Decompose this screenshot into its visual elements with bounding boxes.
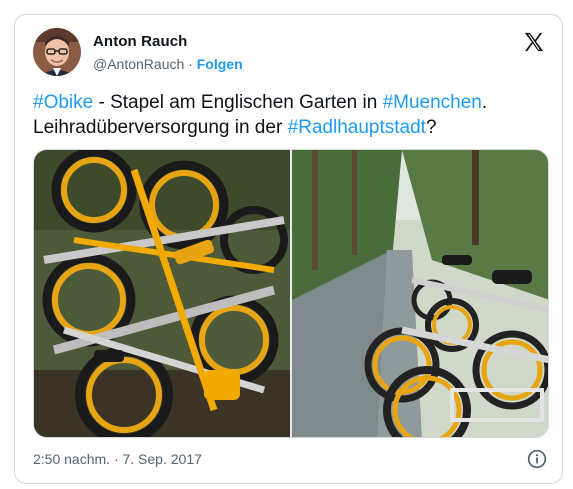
avatar[interactable]	[33, 28, 81, 76]
author-handle-row: @AntonRauch · Folgen	[93, 56, 243, 72]
hashtag-radlhauptstadt[interactable]: #Radlhauptstadt	[288, 117, 426, 138]
tweet-media[interactable]	[33, 149, 549, 438]
author-name[interactable]: Anton Rauch	[93, 33, 187, 50]
hashtag-muenchen[interactable]: #Muenchen	[383, 92, 482, 113]
hashtag-obike[interactable]: #Obike	[33, 92, 93, 113]
photo-bike-pile[interactable]	[34, 150, 290, 438]
x-logo-icon[interactable]	[523, 31, 545, 53]
tweet-card[interactable]: Anton Rauch @AntonRauch · Folgen #Obike …	[14, 14, 563, 484]
avatar-image	[33, 28, 81, 76]
photo-bike-row[interactable]	[292, 150, 549, 438]
follow-button[interactable]: Folgen	[197, 56, 243, 72]
tweet-text: #Obike - Stapel am Englischen Garten in …	[33, 90, 543, 140]
text-segment: ?	[425, 117, 437, 138]
info-icon[interactable]	[527, 449, 547, 469]
tweet-timestamp[interactable]: 2:50 nachm. · 7. Sep. 2017	[33, 451, 202, 467]
text-segment: - Stapel am Englischen Garten in	[93, 92, 383, 113]
separator-dot: ·	[188, 56, 193, 72]
author-handle[interactable]: @AntonRauch	[93, 56, 184, 72]
